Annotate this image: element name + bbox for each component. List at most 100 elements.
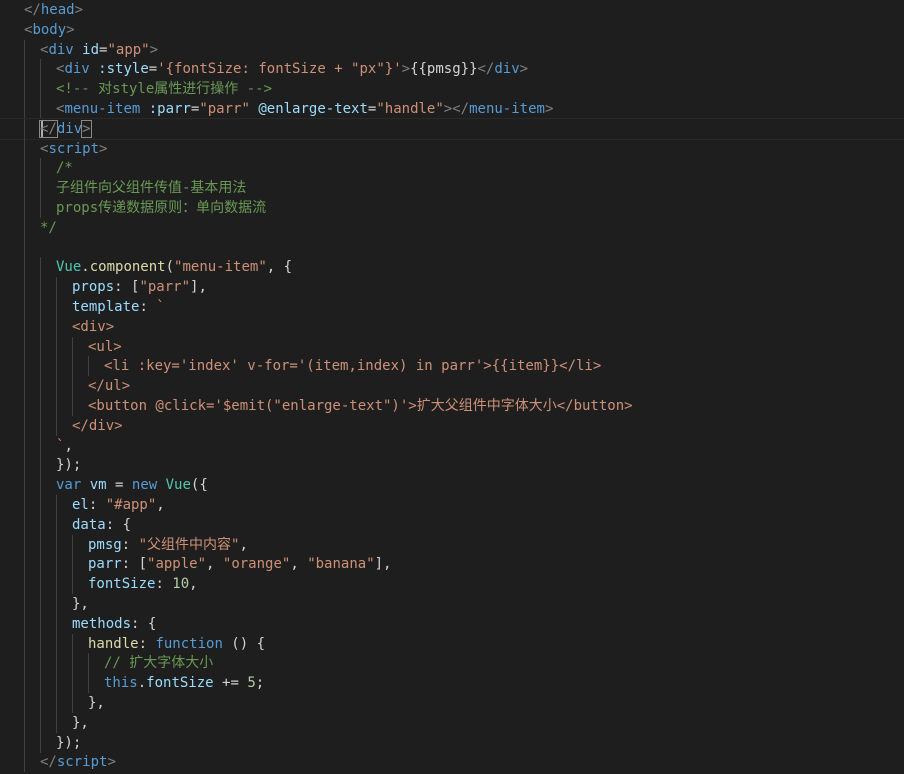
code-line[interactable]: 子组件向父组件传值-基本用法: [0, 178, 904, 199]
code-line[interactable]: data: {: [0, 514, 904, 535]
code-line[interactable]: el: "#app",: [0, 495, 904, 515]
indent-guide: [72, 396, 73, 416]
code-token: <ul>: [88, 338, 122, 355]
code-line[interactable]: parr: ["apple", "orange", "banana"],: [0, 554, 904, 575]
code-token: :: [138, 635, 156, 652]
indent-guide: [24, 138, 25, 159]
code-line[interactable]: */: [0, 217, 904, 238]
code-token: '{fontSize: fontSize + "px"}': [157, 61, 402, 78]
code-line[interactable]: pmsg: "父组件中内容",: [0, 534, 904, 555]
code-token: body: [32, 21, 67, 38]
code-line[interactable]: </div>: [0, 117, 904, 140]
code-line[interactable]: </head>: [0, 0, 904, 20]
code-line[interactable]: <div :style='{fontSize: fontSize + "px"}…: [0, 59, 904, 80]
code-line[interactable]: <!-- 对style属性进行操作 -->: [0, 79, 904, 100]
code-line[interactable]: <ul>: [0, 336, 904, 357]
indent-guide: [40, 594, 41, 614]
code-line[interactable]: <li :key='index' v-for='(item,index) in …: [0, 356, 904, 377]
code-text: </div>: [39, 119, 92, 139]
indent-guide: [56, 653, 57, 674]
indent-guide: [40, 277, 41, 298]
code-line[interactable]: <div>: [0, 316, 904, 337]
code-line[interactable]: handle: function () {: [0, 633, 904, 654]
indent-guide: [56, 396, 57, 416]
code-line[interactable]: <div id="app">: [0, 39, 904, 60]
indent-guide: [24, 693, 25, 713]
code-line[interactable]: /*: [0, 158, 904, 179]
code-text: </div>: [72, 416, 123, 436]
code-line[interactable]: },: [0, 594, 904, 614]
code-text: <button @click='$emit("enlarge-text")'>扩…: [88, 396, 633, 416]
code-text: */: [40, 218, 57, 238]
code-line[interactable]: },: [0, 712, 904, 733]
code-token: Vue: [165, 477, 191, 494]
code-token: id: [82, 41, 100, 58]
indent-guide: [88, 673, 89, 694]
code-token: ],: [374, 556, 392, 573]
indent-guide: [24, 514, 25, 535]
code-line[interactable]: `,: [0, 435, 904, 456]
code-token: .: [81, 259, 90, 276]
code-line[interactable]: },: [0, 693, 904, 713]
code-token: "handle": [376, 101, 444, 117]
indent-guide: [24, 257, 25, 278]
code-line[interactable]: props传递数据原则：单向数据流: [0, 198, 904, 218]
code-token: div: [64, 61, 90, 78]
code-token: "orange": [222, 556, 291, 573]
code-token: /*: [56, 160, 73, 177]
code-line[interactable]: var vm = new Vue({: [0, 475, 904, 496]
code-token: });: [56, 457, 82, 474]
code-token: .: [137, 675, 147, 692]
indent-guide: [24, 732, 25, 753]
code-line[interactable]: </div>: [0, 415, 904, 436]
code-token: <li :key='index' v-for='(item,index) in …: [104, 358, 602, 375]
code-editor[interactable]: </head> <body> <div id="app"> <div :style='…: [0, 0, 904, 774]
indent-guide: [40, 574, 41, 595]
code-token: >: [66, 21, 75, 38]
code-line[interactable]: [0, 237, 904, 258]
code-line[interactable]: <menu-item :parr="parr" @enlarge-text="h…: [0, 99, 904, 119]
indent-guide: [24, 415, 25, 436]
code-token: >: [107, 754, 116, 771]
code-token: :style: [98, 61, 149, 78]
code-line[interactable]: template: `: [0, 297, 904, 317]
code-token: </ul>: [88, 378, 131, 395]
code-token: props: [72, 279, 115, 296]
indent-guide: [56, 534, 57, 555]
indent-guide: [24, 594, 25, 614]
code-token: menu-item: [469, 101, 545, 117]
code-line[interactable]: });: [0, 455, 904, 476]
code-token: template: [72, 299, 140, 315]
indent-guide: [56, 356, 57, 377]
code-token: this: [104, 675, 138, 692]
indent-guide: [24, 198, 25, 218]
code-token: fontSize: [88, 576, 156, 593]
code-line[interactable]: // 扩大字体大小: [0, 653, 904, 674]
code-line[interactable]: </ul>: [0, 376, 904, 397]
code-line[interactable]: <button @click='$emit("enlarge-text")'>扩…: [0, 396, 904, 416]
code-line[interactable]: methods: {: [0, 613, 904, 634]
code-line[interactable]: fontSize: 10,: [0, 574, 904, 595]
code-text: <div>: [72, 317, 114, 337]
code-line[interactable]: <script>: [0, 138, 904, 159]
indent-guide: [40, 59, 41, 80]
code-token: `: [156, 299, 165, 315]
code-line[interactable]: props: ["parr"],: [0, 277, 904, 298]
code-line[interactable]: Vue.component("menu-item", {: [0, 257, 904, 278]
indent-guide: [72, 336, 73, 357]
code-token: =: [106, 477, 132, 494]
code-token: : [: [121, 556, 148, 573]
code-token: </: [39, 119, 58, 138]
code-text: </script>: [40, 752, 116, 772]
indent-guide: [24, 712, 25, 733]
code-line[interactable]: <body>: [0, 20, 904, 40]
code-token: </: [24, 2, 41, 18]
indent-guide: [72, 356, 73, 377]
code-line[interactable]: });: [0, 732, 904, 753]
code-line[interactable]: this.fontSize += 5;: [0, 673, 904, 694]
code-token: <!-- 对style属性进行操作 -->: [56, 81, 273, 98]
code-token: el: [72, 497, 89, 513]
indent-guide: [72, 633, 73, 654]
code-line[interactable]: </script>: [0, 752, 904, 773]
